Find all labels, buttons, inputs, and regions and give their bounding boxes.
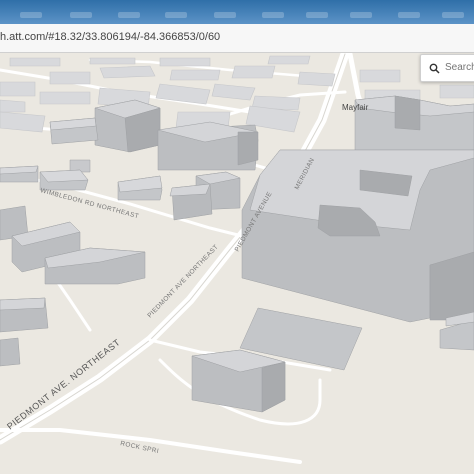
browser-tab[interactable] [70, 12, 92, 18]
map-search-box[interactable] [420, 54, 474, 82]
browser-tab[interactable] [262, 12, 284, 18]
building [99, 65, 156, 79]
building [39, 91, 91, 105]
browser-tab[interactable] [118, 12, 140, 18]
building [0, 81, 36, 97]
building [359, 69, 401, 83]
building-side [237, 131, 259, 166]
building [0, 337, 21, 367]
building [267, 55, 311, 65]
search-input[interactable] [445, 59, 474, 75]
browser-tab-strip [0, 0, 474, 24]
building [231, 65, 276, 79]
browser-tab[interactable] [20, 12, 42, 18]
map-canvas[interactable]: Mayfair WIMBLEDON RD NORTHEAST PIEDMONT … [0, 53, 474, 474]
building-roof [39, 169, 89, 183]
building-side [394, 95, 421, 131]
building [0, 99, 26, 113]
browser-tab[interactable] [398, 12, 420, 18]
browser-tab[interactable] [165, 12, 187, 18]
building [9, 57, 61, 67]
browser-tab[interactable] [306, 12, 328, 18]
building [159, 57, 211, 67]
browser-tab[interactable] [214, 12, 236, 18]
address-bar[interactable]: h.att.com/#18.32/33.806194/-84.366853/0/… [0, 24, 474, 53]
building [297, 71, 336, 87]
browser-tab[interactable] [442, 12, 464, 18]
address-url[interactable]: h.att.com/#18.32/33.806194/-84.366853/0/… [0, 31, 220, 43]
browser-tab[interactable] [350, 12, 372, 18]
building [89, 57, 136, 65]
building [439, 84, 474, 99]
building [49, 71, 91, 85]
search-icon[interactable] [429, 61, 440, 79]
place-label-mayfair: Mayfair [342, 103, 369, 112]
building [169, 69, 221, 81]
map-3d-view[interactable]: Mayfair WIMBLEDON RD NORTHEAST PIEDMONT … [0, 53, 474, 474]
building-roof [0, 297, 46, 311]
